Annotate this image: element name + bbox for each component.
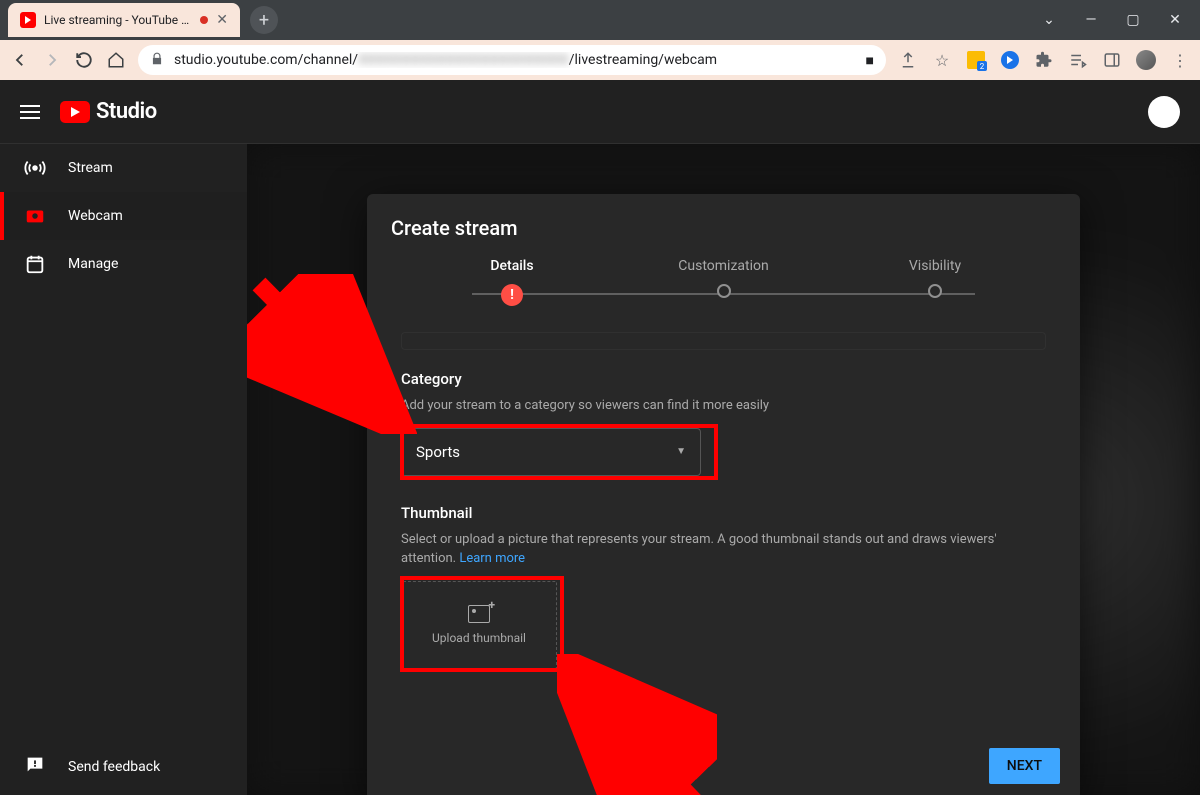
window-controls: ⌄ — ▢ ✕ bbox=[1024, 0, 1200, 40]
bookmark-star-icon[interactable]: ☆ bbox=[932, 50, 952, 70]
dialog-body[interactable]: Category Add your stream to a category s… bbox=[367, 306, 1080, 736]
dialog-title: Create stream bbox=[367, 194, 1080, 258]
feedback-icon bbox=[24, 754, 46, 780]
extensions-puzzle-icon[interactable] bbox=[1034, 50, 1054, 70]
thumbnail-section: Thumbnail Select or upload a picture tha… bbox=[401, 504, 1046, 669]
step-visibility[interactable]: Visibility bbox=[880, 258, 990, 306]
image-add-icon bbox=[468, 605, 490, 623]
tab-title: Live streaming - YouTube Stu bbox=[44, 13, 192, 27]
prior-field-outline bbox=[401, 332, 1046, 350]
category-select[interactable]: Sports ▼ bbox=[401, 428, 701, 476]
main-content: Create stream Details ! Customization Vi… bbox=[247, 144, 1200, 795]
extension-play-icon[interactable] bbox=[1000, 50, 1020, 70]
youtube-icon bbox=[60, 101, 90, 123]
side-panel-icon[interactable] bbox=[1102, 50, 1122, 70]
next-button[interactable]: NEXT bbox=[989, 748, 1060, 784]
upload-label: Upload thumbnail bbox=[432, 631, 526, 645]
studio-logo[interactable]: Studio bbox=[60, 99, 157, 124]
category-title: Category bbox=[401, 370, 1046, 388]
back-button[interactable] bbox=[10, 50, 30, 70]
music-queue-icon[interactable] bbox=[1068, 50, 1088, 70]
sidebar-item-stream[interactable]: Stream bbox=[0, 144, 247, 192]
sidebar-label: Stream bbox=[68, 160, 113, 176]
url-text: studio.youtube.com/channel/XXXXXXXXXXXXX… bbox=[174, 52, 856, 68]
forward-button[interactable] bbox=[42, 50, 62, 70]
category-description: Add your stream to a category so viewers… bbox=[401, 396, 1046, 416]
stream-icon bbox=[24, 157, 46, 179]
learn-more-link[interactable]: Learn more bbox=[459, 551, 525, 566]
thumbnail-description: Select or upload a picture that represen… bbox=[401, 530, 1046, 569]
reload-button[interactable] bbox=[74, 50, 94, 70]
stepper: Details ! Customization Visibility bbox=[367, 258, 1080, 306]
dialog-footer: NEXT bbox=[367, 736, 1080, 795]
sidebar-label: Manage bbox=[68, 256, 118, 272]
thumbnail-title: Thumbnail bbox=[401, 504, 1046, 522]
window-titlebar: Live streaming - YouTube Stu ✕ + ⌄ — ▢ ✕ bbox=[0, 0, 1200, 40]
category-section: Category Add your stream to a category s… bbox=[401, 370, 1046, 476]
sidebar: Stream Webcam Manage Send feedback bbox=[0, 144, 247, 795]
create-stream-dialog: Create stream Details ! Customization Vi… bbox=[367, 194, 1080, 795]
lock-icon bbox=[150, 52, 164, 69]
category-value: Sports bbox=[416, 443, 460, 461]
browser-toolbar: studio.youtube.com/channel/XXXXXXXXXXXXX… bbox=[0, 40, 1200, 80]
webcam-icon bbox=[24, 205, 46, 227]
browser-tab[interactable]: Live streaming - YouTube Stu ✕ bbox=[8, 3, 240, 37]
app-header: Studio bbox=[0, 80, 1200, 144]
address-bar[interactable]: studio.youtube.com/channel/XXXXXXXXXXXXX… bbox=[138, 45, 886, 75]
step-customization[interactable]: Customization bbox=[669, 258, 779, 306]
send-feedback-button[interactable]: Send feedback bbox=[0, 739, 247, 795]
youtube-favicon bbox=[20, 12, 36, 28]
manage-icon bbox=[24, 253, 46, 275]
logo-text: Studio bbox=[96, 99, 157, 124]
upload-thumbnail-button[interactable]: Upload thumbnail bbox=[401, 581, 557, 669]
youtube-studio-app: Studio Stream Webcam Manage bbox=[0, 80, 1200, 795]
chrome-menu-icon[interactable]: ⋮ bbox=[1170, 50, 1190, 70]
chevron-down-icon: ▼ bbox=[676, 446, 686, 457]
step-alert-icon: ! bbox=[501, 284, 523, 306]
profile-avatar-icon[interactable] bbox=[1136, 50, 1156, 70]
account-avatar[interactable] bbox=[1148, 96, 1180, 128]
window-dropdown-icon[interactable]: ⌄ bbox=[1040, 12, 1058, 28]
step-details[interactable]: Details ! bbox=[457, 258, 567, 306]
recording-indicator-icon bbox=[200, 16, 208, 24]
sidebar-label: Webcam bbox=[68, 208, 123, 224]
new-tab-button[interactable]: + bbox=[250, 6, 278, 34]
share-icon[interactable] bbox=[898, 50, 918, 70]
window-minimize-button[interactable]: — bbox=[1082, 12, 1100, 28]
window-close-button[interactable]: ✕ bbox=[1166, 12, 1184, 28]
sidebar-item-manage[interactable]: Manage bbox=[0, 240, 247, 288]
camera-indicator-icon[interactable]: ■ bbox=[866, 52, 874, 69]
window-maximize-button[interactable]: ▢ bbox=[1124, 12, 1142, 28]
sidebar-item-webcam[interactable]: Webcam bbox=[0, 192, 247, 240]
menu-toggle-button[interactable] bbox=[20, 101, 40, 123]
feedback-label: Send feedback bbox=[68, 759, 160, 775]
tab-close-icon[interactable]: ✕ bbox=[216, 12, 228, 28]
home-button[interactable] bbox=[106, 50, 126, 70]
extension-keeper-icon[interactable] bbox=[966, 50, 986, 70]
